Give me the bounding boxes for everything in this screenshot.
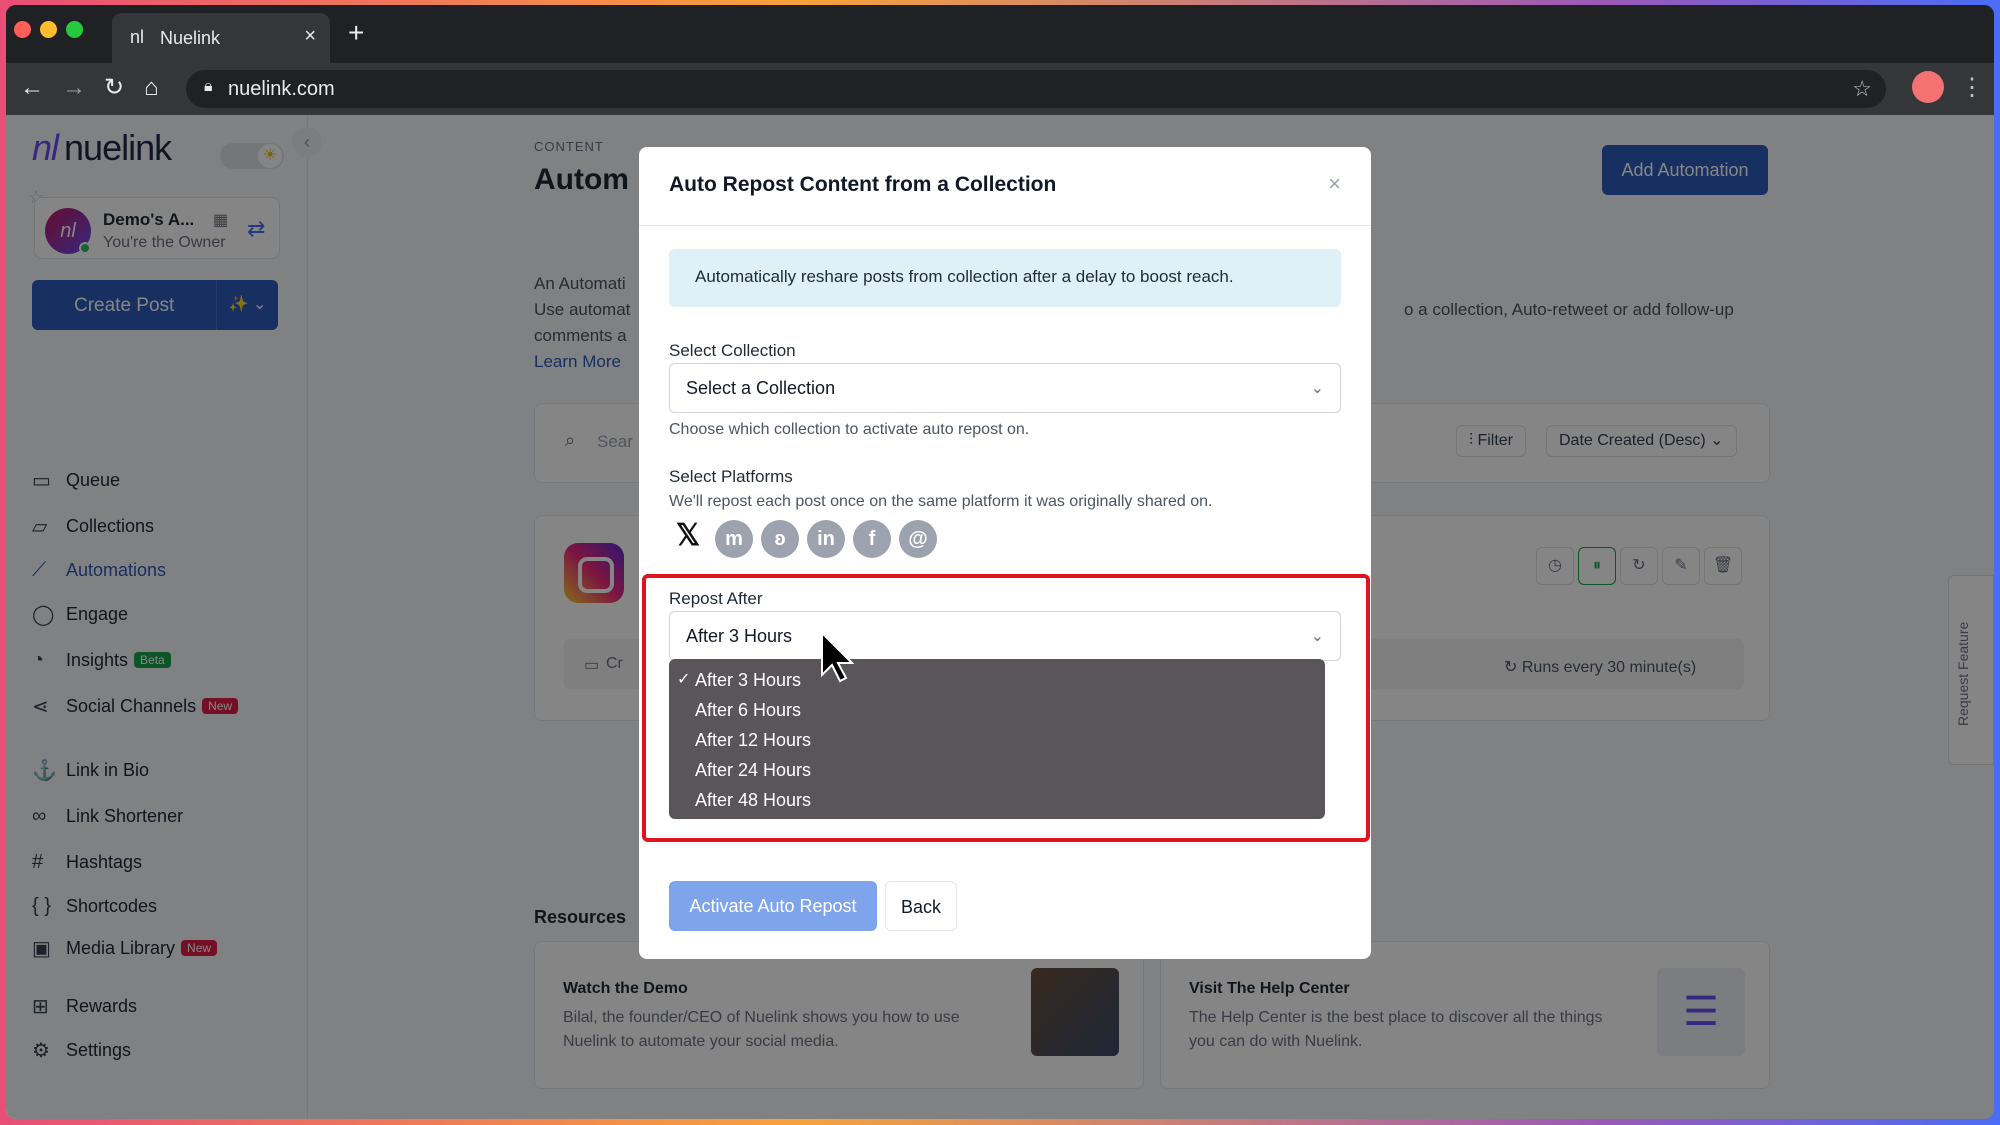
browser-tab[interactable]: nl Nuelink × bbox=[112, 13, 330, 63]
browser-window: nl Nuelink × + ← → ↻ ⌂ 🔒︎ nuelink.com ☆ … bbox=[6, 5, 1994, 1119]
browser-menu-icon[interactable]: ⋮ bbox=[1960, 73, 1984, 102]
repost-after-dropdown: ✓ After 3 Hours After 6 Hours After 12 Hour… bbox=[669, 659, 1325, 819]
platform-list: 𝕏m ʚ in f @ bbox=[669, 517, 945, 558]
auto-repost-modal: Auto Repost Content from a Collection × … bbox=[639, 147, 1371, 959]
collection-help: Choose which collection to activate auto… bbox=[669, 421, 1030, 438]
minimize-window-button[interactable] bbox=[40, 21, 57, 38]
close-window-button[interactable] bbox=[14, 21, 31, 38]
facebook-icon[interactable]: f bbox=[853, 520, 891, 558]
home-icon[interactable]: ⌂ bbox=[144, 75, 159, 101]
repost-option-label: After 3 Hours bbox=[695, 670, 802, 690]
back-arrow-icon[interactable]: ← bbox=[20, 75, 44, 101]
repost-option[interactable]: After 48 Hours bbox=[669, 785, 1325, 815]
linkedin-icon[interactable]: in bbox=[807, 520, 845, 558]
mouse-cursor-icon bbox=[821, 630, 855, 683]
new-tab-button[interactable]: + bbox=[348, 19, 364, 47]
collection-select-value: Select a Collection bbox=[686, 378, 836, 398]
modal-title: Auto Repost Content from a Collection bbox=[669, 173, 1057, 196]
repost-option-label: After 48 Hours bbox=[695, 790, 812, 810]
repost-option[interactable]: After 6 Hours bbox=[669, 695, 1325, 725]
chevron-down-icon: ⌄ bbox=[1310, 628, 1324, 645]
bluesky-icon[interactable]: ʚ bbox=[761, 520, 799, 558]
repost-option[interactable]: After 12 Hours bbox=[669, 725, 1325, 755]
chevron-down-icon: ⌄ bbox=[1310, 380, 1324, 397]
collection-label: Select Collection bbox=[669, 341, 796, 360]
threads-icon[interactable]: @ bbox=[899, 520, 937, 558]
repost-option-label: After 12 Hours bbox=[695, 730, 812, 750]
repost-option[interactable]: After 24 Hours bbox=[669, 755, 1325, 785]
x-icon[interactable]: 𝕏 bbox=[669, 517, 707, 555]
back-button[interactable]: Back bbox=[885, 881, 957, 931]
profile-avatar[interactable] bbox=[1912, 71, 1944, 103]
activate-auto-repost-button[interactable]: Activate Auto Repost bbox=[669, 881, 877, 931]
collection-select[interactable]: Select a Collection ⌄ bbox=[669, 363, 1341, 413]
close-tab-icon[interactable]: × bbox=[304, 25, 316, 48]
checkmark-icon: ✓ bbox=[677, 671, 691, 688]
repost-option-label: After 6 Hours bbox=[695, 700, 802, 720]
url-text: nuelink.com bbox=[228, 78, 335, 100]
browser-toolbar: ← → ↻ ⌂ 🔒︎ nuelink.com ☆ ⋮ bbox=[6, 63, 1994, 115]
tab-title: Nuelink bbox=[160, 28, 221, 48]
platforms-help: We'll repost each post once on the same … bbox=[669, 493, 1213, 510]
forward-arrow-icon[interactable]: → bbox=[62, 75, 86, 101]
bookmark-star-icon[interactable]: ☆ bbox=[1852, 76, 1872, 102]
maximize-window-button[interactable] bbox=[66, 21, 83, 38]
repost-option[interactable]: ✓ After 3 Hours bbox=[669, 665, 1325, 695]
favicon-icon: nl bbox=[130, 27, 145, 47]
repost-after-label: Repost After bbox=[669, 589, 763, 608]
tab-bar: nl Nuelink × + bbox=[6, 5, 1994, 63]
reload-icon[interactable]: ↻ bbox=[104, 75, 124, 101]
divider bbox=[639, 225, 1371, 226]
repost-after-value: After 3 Hours bbox=[686, 626, 793, 646]
info-banner: Automatically reshare posts from collect… bbox=[669, 249, 1341, 307]
address-bar[interactable]: 🔒︎ nuelink.com ☆ bbox=[186, 70, 1886, 108]
close-icon[interactable]: × bbox=[1328, 171, 1341, 197]
platforms-label: Select Platforms bbox=[669, 467, 793, 486]
repost-after-select[interactable]: After 3 Hours ⌄ bbox=[669, 611, 1341, 661]
repost-option-label: After 24 Hours bbox=[695, 760, 812, 780]
lock-icon: 🔒︎ bbox=[204, 78, 213, 95]
mastodon-icon[interactable]: m bbox=[715, 520, 753, 558]
